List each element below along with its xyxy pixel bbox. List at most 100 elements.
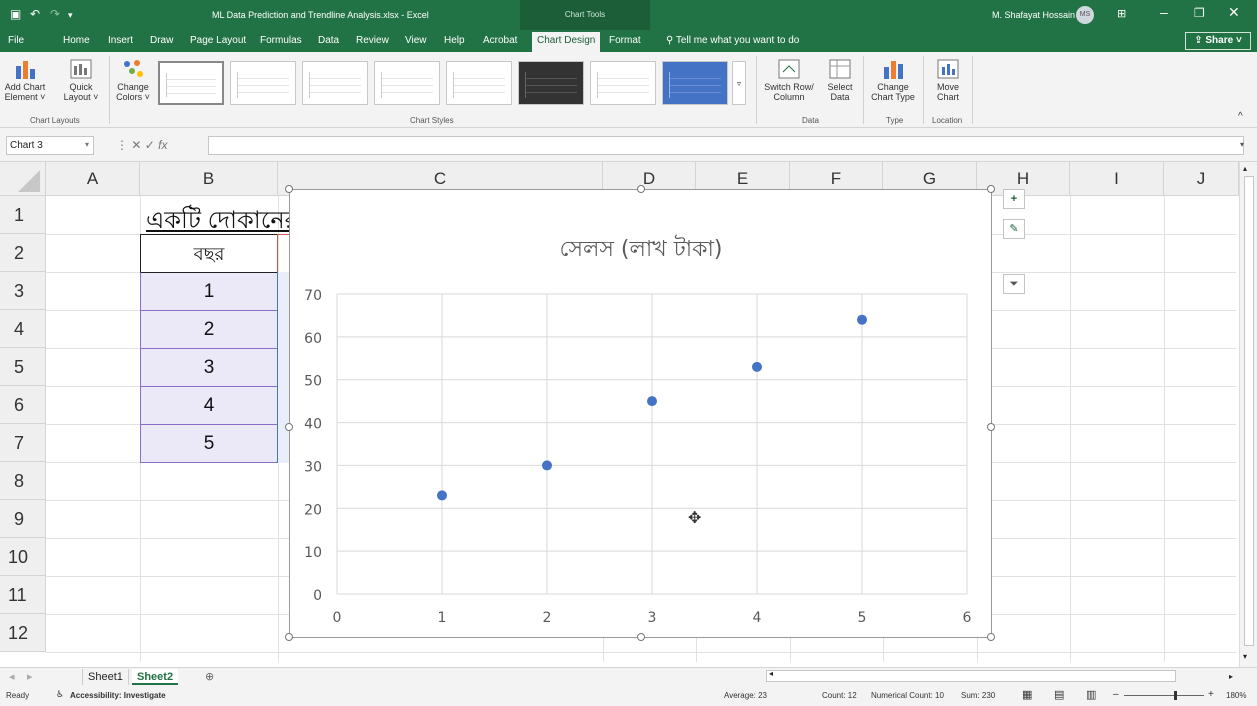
chart-style-7[interactable] bbox=[590, 61, 656, 105]
sheet-tab-sheet2[interactable]: Sheet2 bbox=[132, 669, 179, 685]
tell-me-search[interactable]: ⚲ Tell me what you want to do bbox=[666, 35, 799, 46]
zoom-slider-thumb[interactable] bbox=[1174, 691, 1177, 700]
tab-acrobat[interactable]: Acrobat bbox=[483, 35, 517, 46]
status-accessibility[interactable]: Accessibility: Investigate bbox=[70, 691, 166, 700]
row-header-10[interactable]: 10 bbox=[0, 538, 46, 576]
normal-view-icon[interactable]: ▦ bbox=[1022, 688, 1032, 701]
column-header-a[interactable]: A bbox=[46, 162, 140, 196]
page-break-view-icon[interactable]: ▥ bbox=[1086, 688, 1096, 701]
status-average[interactable]: Average: 23 bbox=[724, 691, 767, 700]
chart-style-8[interactable] bbox=[662, 61, 728, 105]
chart-elements-plus-icon[interactable]: + bbox=[1003, 189, 1025, 209]
year-cell[interactable]: 1 bbox=[140, 272, 278, 311]
status-count[interactable]: Count: 12 bbox=[822, 691, 857, 700]
undo-icon[interactable]: ↶ bbox=[30, 7, 40, 21]
name-box[interactable]: Chart 3 ▾ bbox=[6, 136, 94, 155]
data-point[interactable] bbox=[857, 314, 867, 325]
year-cell[interactable]: 2 bbox=[140, 310, 278, 349]
data-point[interactable] bbox=[752, 361, 762, 372]
save-icon[interactable]: ▣ bbox=[10, 7, 21, 21]
data-point[interactable] bbox=[647, 396, 657, 407]
resize-handle[interactable] bbox=[637, 633, 645, 641]
row-header-1[interactable]: 1 bbox=[0, 196, 46, 234]
year-cell[interactable]: 5 bbox=[140, 424, 278, 463]
status-sum[interactable]: Sum: 230 bbox=[961, 691, 995, 700]
select-all-corner[interactable] bbox=[0, 162, 46, 196]
resize-handle[interactable] bbox=[285, 423, 293, 431]
zoom-slider[interactable] bbox=[1124, 691, 1204, 700]
chart-style-6[interactable] bbox=[518, 61, 584, 105]
chart-styles-more-button[interactable]: ▿ bbox=[732, 61, 746, 105]
chart-style-2[interactable] bbox=[230, 61, 296, 105]
accessibility-icon[interactable]: ♿ bbox=[56, 689, 64, 700]
row-header-11[interactable]: 11 bbox=[0, 576, 46, 614]
resize-handle[interactable] bbox=[987, 423, 995, 431]
tab-file[interactable]: File bbox=[8, 35, 24, 46]
add-chart-element-button[interactable]: Add Chart Element ˅ bbox=[2, 58, 48, 102]
chart-styles-brush-icon[interactable]: ✎ bbox=[1003, 219, 1025, 239]
tab-data[interactable]: Data bbox=[318, 35, 339, 46]
enter-icon[interactable]: ✓ bbox=[145, 138, 158, 152]
prev-sheet-icon[interactable]: ◂ bbox=[4, 669, 20, 685]
scroll-thumb[interactable] bbox=[1244, 176, 1254, 646]
tab-help[interactable]: Help bbox=[444, 35, 465, 46]
scroll-left-icon[interactable]: ◂ bbox=[769, 669, 773, 678]
expand-formula-icon[interactable]: ▾ bbox=[1240, 140, 1244, 149]
tab-view[interactable]: View bbox=[405, 35, 427, 46]
change-colors-button[interactable]: Change Colors ˅ bbox=[112, 58, 154, 102]
chart-filters-funnel-icon[interactable]: ⏷ bbox=[1003, 274, 1025, 294]
move-chart-button[interactable]: Move Chart bbox=[926, 58, 970, 102]
data-point[interactable] bbox=[542, 460, 552, 471]
chart-style-3[interactable] bbox=[302, 61, 368, 105]
tab-draw[interactable]: Draw bbox=[150, 35, 173, 46]
year-cell[interactable]: 3 bbox=[140, 348, 278, 387]
header-year-cell[interactable]: বছর bbox=[140, 234, 278, 273]
tab-chart-design[interactable]: Chart Design bbox=[532, 32, 601, 52]
chart-style-1[interactable] bbox=[158, 61, 224, 105]
tab-format[interactable]: Format bbox=[609, 35, 641, 46]
new-sheet-icon[interactable]: ⊕ bbox=[200, 669, 219, 685]
row-header-6[interactable]: 6 bbox=[0, 386, 46, 424]
resize-handle[interactable] bbox=[285, 185, 293, 193]
change-chart-type-button[interactable]: Change Chart Type bbox=[866, 58, 920, 102]
scroll-down-icon[interactable]: ▾ bbox=[1243, 652, 1247, 661]
row-header-5[interactable]: 5 bbox=[0, 348, 46, 386]
zoom-out-icon[interactable]: – bbox=[1113, 689, 1119, 700]
scatter-chart[interactable]: সেলস (লাখ টাকা) 0 10 20 30 40 50 60 70 0 1 2 3 4 5 6 bbox=[285, 185, 995, 641]
column-header-j[interactable]: J bbox=[1164, 162, 1239, 196]
zoom-level[interactable]: 180% bbox=[1226, 691, 1246, 700]
chevron-down-icon[interactable]: ▾ bbox=[85, 140, 89, 149]
redo-icon[interactable]: ↷ bbox=[50, 7, 60, 21]
resize-handle[interactable] bbox=[987, 185, 995, 193]
restore-icon[interactable]: ❐ bbox=[1194, 6, 1205, 20]
row-header-3[interactable]: 3 bbox=[0, 272, 46, 310]
close-icon[interactable]: ✕ bbox=[1228, 4, 1240, 21]
row-header-12[interactable]: 12 bbox=[0, 614, 46, 652]
zoom-in-icon[interactable]: + bbox=[1208, 689, 1214, 700]
sheet-tab-sheet1[interactable]: Sheet1 bbox=[82, 669, 129, 685]
column-header-b[interactable]: B bbox=[140, 162, 278, 196]
scroll-up-icon[interactable]: ▴ bbox=[1243, 164, 1247, 173]
quick-layout-button[interactable]: Quick Layout ˅ bbox=[58, 58, 104, 102]
customize-qat-icon[interactable]: ▾ bbox=[68, 10, 73, 21]
tab-review[interactable]: Review bbox=[356, 35, 389, 46]
share-button[interactable]: ⇪ Share ˅ bbox=[1185, 32, 1251, 50]
row-header-4[interactable]: 4 bbox=[0, 310, 46, 348]
avatar[interactable]: MS bbox=[1076, 6, 1094, 24]
resize-handle[interactable] bbox=[285, 633, 293, 641]
scroll-right-icon[interactable]: ▸ bbox=[1224, 669, 1238, 685]
horizontal-scrollbar[interactable]: ◂ bbox=[766, 669, 1176, 682]
column-header-i[interactable]: I bbox=[1070, 162, 1164, 196]
formula-input[interactable] bbox=[208, 136, 1244, 155]
row-header-9[interactable]: 9 bbox=[0, 500, 46, 538]
resize-handle[interactable] bbox=[637, 185, 645, 193]
resize-handle[interactable] bbox=[987, 633, 995, 641]
row-header-2[interactable]: 2 bbox=[0, 234, 46, 272]
row-header-8[interactable]: 8 bbox=[0, 462, 46, 500]
chart-style-4[interactable] bbox=[374, 61, 440, 105]
fx-icon[interactable]: fx bbox=[158, 138, 167, 152]
collapse-ribbon-icon[interactable]: ^ bbox=[1238, 112, 1243, 122]
switch-row-column-button[interactable]: Switch Row/ Column bbox=[762, 58, 816, 102]
ribbon-display-icon[interactable]: ⊞ bbox=[1117, 7, 1126, 20]
tab-insert[interactable]: Insert bbox=[108, 35, 133, 46]
